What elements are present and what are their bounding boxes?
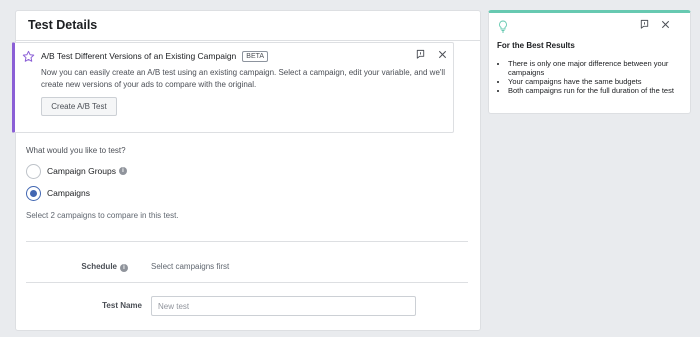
- list-item: Both campaigns run for the full duration…: [508, 86, 688, 95]
- card-title: Test Details: [16, 11, 480, 41]
- list-item: Your campaigns have the same budgets: [508, 77, 688, 86]
- create-ab-test-button[interactable]: Create A/B Test: [41, 97, 117, 116]
- test-name-label: Test Name: [102, 301, 142, 310]
- option-campaign-groups[interactable]: Campaign Groups i: [26, 163, 127, 179]
- divider: [26, 282, 468, 283]
- promo-title: A/B Test Different Versions of an Existi…: [41, 51, 269, 62]
- campaigns-radio[interactable]: [26, 185, 41, 201]
- tips-title: For the Best Results: [497, 41, 575, 50]
- feedback-icon[interactable]: [415, 49, 426, 60]
- divider: [26, 241, 468, 242]
- star-icon: [22, 50, 35, 62]
- option-label: Campaigns: [47, 188, 90, 198]
- promo-title-text: A/B Test Different Versions of an Existi…: [41, 51, 237, 61]
- test-question: What would you like to test?: [26, 146, 126, 155]
- close-icon[interactable]: [660, 19, 671, 30]
- test-name-input[interactable]: [151, 296, 416, 316]
- tips-list: There is only one major difference betwe…: [508, 59, 688, 95]
- option-campaigns[interactable]: Campaigns: [26, 185, 90, 201]
- schedule-label-text: Schedule: [81, 262, 117, 271]
- schedule-label: Schedule i: [8, 262, 128, 272]
- selection-hint: Select 2 campaigns to compare in this te…: [26, 211, 179, 220]
- list-item: There is only one major difference betwe…: [508, 59, 688, 77]
- close-icon[interactable]: [437, 49, 448, 60]
- info-icon[interactable]: i: [120, 264, 128, 272]
- best-results-card: For the Best Results There is only one m…: [488, 10, 691, 114]
- beta-badge: BETA: [242, 51, 269, 62]
- schedule-value: Select campaigns first: [151, 262, 230, 271]
- option-label: Campaign Groups: [47, 166, 116, 176]
- campaign-groups-radio[interactable]: [26, 163, 41, 179]
- lightbulb-icon: [499, 20, 507, 33]
- feedback-icon[interactable]: [639, 19, 650, 30]
- promo-description: Now you can easily create an A/B test us…: [41, 68, 445, 89]
- ab-test-promo: A/B Test Different Versions of an Existi…: [12, 42, 454, 133]
- info-icon[interactable]: i: [118, 167, 127, 175]
